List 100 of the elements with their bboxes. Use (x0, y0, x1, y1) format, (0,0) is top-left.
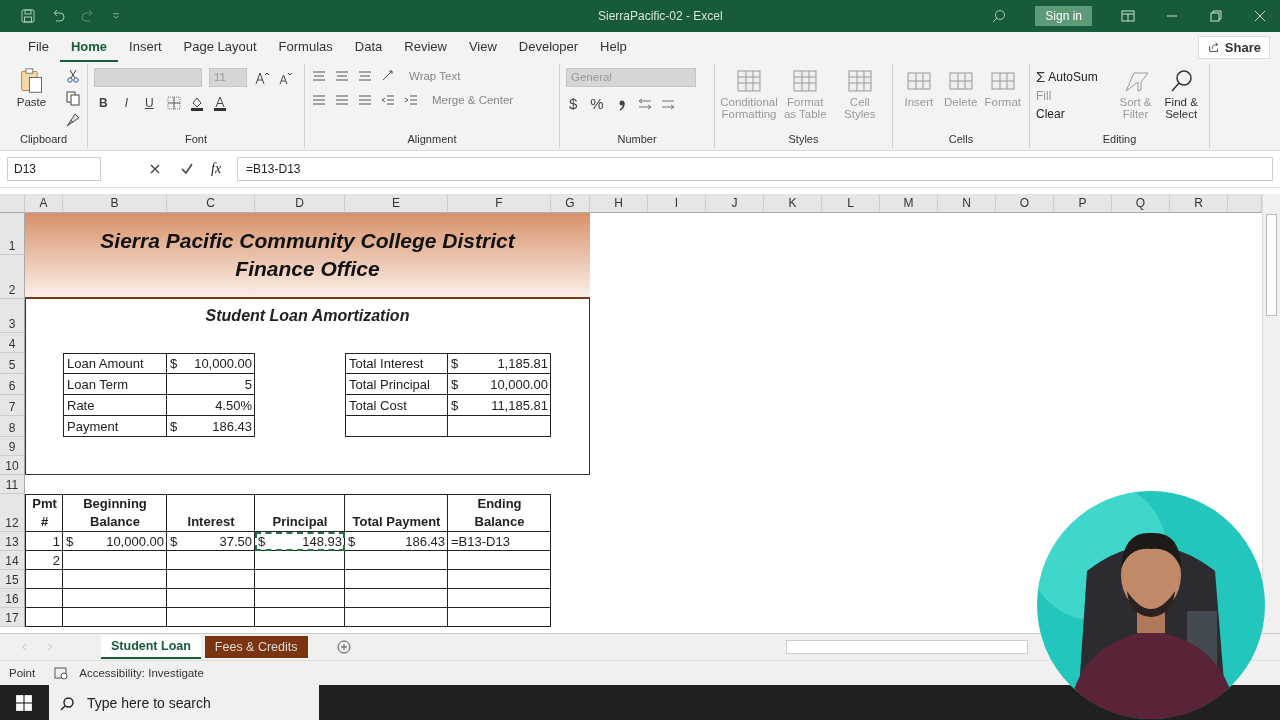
column-header[interactable]: O (996, 194, 1054, 213)
row-header[interactable]: 14 (0, 551, 25, 570)
column-header[interactable] (1228, 194, 1262, 213)
font-color-icon[interactable] (211, 95, 228, 111)
sheet-tab[interactable]: Fees & Credits (204, 636, 308, 658)
enter-icon[interactable] (179, 161, 195, 177)
column-header[interactable]: H (590, 194, 648, 213)
menu-tab[interactable]: File (17, 32, 60, 62)
sheet-title: Finance Office (235, 257, 380, 281)
taskbar-search-field[interactable]: Type here to search (49, 685, 319, 720)
menu-tab[interactable]: Developer (507, 32, 590, 62)
menu-tab[interactable]: Formulas (267, 32, 344, 62)
paste-button[interactable]: Paste (6, 68, 57, 133)
column-header[interactable]: K (764, 194, 822, 213)
clear-button[interactable]: Clear (1036, 107, 1112, 121)
column-header[interactable]: C (167, 194, 255, 213)
macro-icon[interactable] (53, 665, 70, 681)
column-header[interactable]: M (880, 194, 938, 213)
name-box[interactable]: D13 (7, 157, 101, 181)
ribbon-display-icon[interactable] (1120, 8, 1136, 24)
italic-button[interactable]: I (119, 96, 133, 110)
row-header[interactable]: 1 (0, 213, 25, 255)
row-header[interactable]: 4 (0, 333, 25, 353)
row-header[interactable]: 16 (0, 589, 25, 608)
row-header[interactable]: 12 (0, 494, 25, 532)
row-header[interactable]: 9 (0, 437, 25, 456)
underline-button[interactable]: U (140, 96, 159, 110)
align-icon[interactable] (357, 92, 373, 108)
column-header[interactable]: A (25, 194, 63, 213)
row-header[interactable]: 7 (0, 395, 25, 416)
increase-indent-icon[interactable] (403, 92, 419, 108)
currency-sign: $ (170, 356, 178, 371)
bold-button[interactable]: B (94, 96, 113, 110)
customize-icon[interactable] (110, 10, 122, 22)
align-icon[interactable] (311, 68, 327, 84)
find-select-button[interactable]: Find & Select (1159, 68, 1203, 133)
insert-function-button[interactable]: fx (211, 161, 222, 177)
sum-icon[interactable]: Σ (1036, 68, 1046, 85)
column-header[interactable]: B (63, 194, 167, 213)
fill-color-icon[interactable] (188, 95, 205, 111)
menu-tab[interactable]: View (457, 32, 508, 62)
windows-start-icon[interactable] (15, 693, 33, 712)
row-header[interactable]: 13 (0, 532, 25, 551)
add-sheet-icon[interactable] (335, 639, 352, 655)
row-header[interactable]: 11 (0, 475, 25, 494)
close-icon[interactable] (1252, 8, 1268, 24)
table-cell (25, 589, 63, 608)
row-header[interactable]: 15 (0, 570, 25, 589)
brush-icon[interactable] (65, 112, 81, 128)
vertical-scrollbar[interactable] (1262, 194, 1280, 633)
column-header[interactable]: G (551, 194, 590, 213)
status-mode: Point (9, 667, 36, 679)
row-header[interactable]: 6 (0, 374, 25, 395)
column-header[interactable]: E (345, 194, 448, 213)
horizontal-scrollbar[interactable] (785, 640, 1028, 654)
accessibility-status[interactable]: Accessibility: Investigate (79, 667, 204, 679)
menu-tab[interactable]: Data (343, 32, 394, 62)
column-header[interactable]: P (1054, 194, 1112, 213)
menu-tab[interactable]: Page Layout (172, 32, 268, 62)
formula-field[interactable]: =B13-D13 (237, 157, 1273, 181)
font-name-field[interactable] (94, 68, 202, 87)
currency-button[interactable]: $ (566, 95, 581, 112)
search-icon[interactable] (991, 8, 1008, 24)
restore-icon[interactable] (1208, 8, 1224, 24)
row-header[interactable]: 8 (0, 416, 25, 437)
sheet-tab[interactable]: Student Loan (101, 635, 201, 659)
autosum-button[interactable]: AutoSum (1048, 69, 1098, 84)
percent-button[interactable]: % (587, 95, 607, 112)
align-icon[interactable] (311, 92, 327, 108)
decrease-indent-icon[interactable] (380, 92, 396, 108)
menu-tab[interactable]: Review (393, 32, 458, 62)
row-header[interactable]: 3 (0, 299, 25, 333)
share-button[interactable]: Share (1197, 35, 1270, 59)
scissors-icon[interactable] (65, 68, 81, 84)
menu-tab[interactable]: Help (589, 32, 638, 62)
align-icon[interactable] (334, 92, 350, 108)
group-label: Font (184, 133, 208, 147)
borders-icon[interactable] (165, 95, 182, 111)
column-header[interactable]: Q (1112, 194, 1170, 213)
column-header[interactable]: N (938, 194, 996, 213)
align-icon[interactable] (357, 68, 373, 84)
column-header[interactable]: J (706, 194, 764, 213)
table-cell: Total Cost (345, 395, 448, 416)
column-header[interactable]: F (448, 194, 551, 213)
column-header[interactable]: D (255, 194, 345, 213)
select-all-button[interactable] (0, 194, 25, 213)
currency-sign: $ (170, 533, 178, 549)
row-header[interactable]: 2 (0, 255, 25, 299)
menu-tab[interactable]: Insert (118, 32, 173, 62)
column-header[interactable]: L (822, 194, 880, 213)
row-header[interactable]: 5 (0, 353, 25, 374)
row-header[interactable]: 10 (0, 456, 25, 475)
copy-icon[interactable] (65, 90, 81, 106)
currency-sign: $ (451, 376, 459, 392)
align-icon[interactable] (334, 68, 350, 84)
cell-value: =B13-D13 (451, 533, 510, 549)
column-header[interactable]: I (648, 194, 706, 213)
row-header[interactable]: 17 (0, 608, 25, 627)
column-header[interactable]: R (1170, 194, 1228, 213)
save-icon[interactable] (20, 8, 36, 24)
